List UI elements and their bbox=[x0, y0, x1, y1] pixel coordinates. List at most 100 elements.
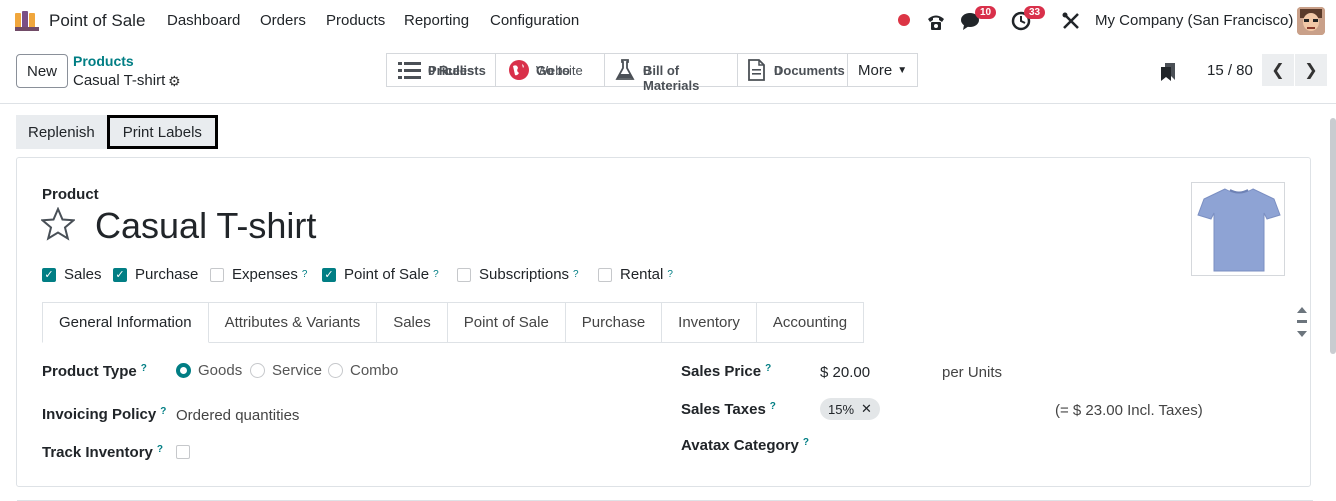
control-panel: New Products Casual T-shirt ⚙ Pricelists… bbox=[0, 42, 1336, 104]
sales-taxes-included: (= $ 23.00 Incl. Taxes) bbox=[1055, 402, 1203, 419]
go-to-label: Go to bbox=[536, 62, 570, 78]
radio-unselected-icon bbox=[328, 363, 343, 378]
document-icon bbox=[748, 59, 765, 81]
tab-general-information[interactable]: General Information bbox=[42, 302, 209, 343]
company-switcher[interactable]: My Company (San Francisco) bbox=[1095, 12, 1293, 29]
documents-smart-button[interactable]: Documents 0 bbox=[737, 53, 848, 87]
checkbox-expenses[interactable]: Expenses ? bbox=[210, 266, 307, 283]
avatax-category-label: Avatax Category? bbox=[681, 437, 809, 454]
sales-price-label: Sales Price? bbox=[681, 363, 771, 380]
phone-icon[interactable] bbox=[925, 10, 947, 32]
star-favorite-icon[interactable] bbox=[41, 207, 75, 241]
page-scrollbar[interactable] bbox=[1330, 118, 1336, 354]
breadcrumb-current: Casual T-shirt bbox=[73, 72, 166, 89]
check-icon: ✓ bbox=[113, 267, 127, 282]
globe-icon bbox=[509, 60, 529, 80]
print-labels-button[interactable]: Print Labels bbox=[106, 115, 218, 149]
activity-badge: 33 bbox=[1024, 6, 1046, 19]
more-label: More bbox=[858, 61, 893, 79]
tab-inventory[interactable]: Inventory bbox=[662, 302, 757, 343]
menu-products[interactable]: Products bbox=[326, 12, 385, 29]
product-image[interactable] bbox=[1191, 182, 1285, 276]
check-icon: ✓ bbox=[42, 267, 56, 282]
tab-point-of-sale[interactable]: Point of Sale bbox=[447, 302, 566, 343]
help-tooltip-icon[interactable]: ? bbox=[141, 363, 147, 374]
pricelists-label: Pricelists bbox=[428, 62, 486, 78]
checkbox-subscriptions[interactable]: Subscriptions ? bbox=[457, 266, 579, 283]
checkbox-sales[interactable]: ✓ Sales bbox=[42, 266, 102, 283]
track-inventory-label-text: Track Inventory bbox=[42, 444, 153, 461]
list-icon bbox=[398, 62, 421, 79]
sales-price-value[interactable]: $ 20.00 bbox=[820, 364, 870, 381]
help-tooltip-icon[interactable]: ? bbox=[765, 363, 771, 374]
pricelists-smart-button[interactable]: Pricelists 0 Rules bbox=[386, 53, 496, 87]
sales-taxes-label-text: Sales Taxes bbox=[681, 401, 766, 418]
goods-label: Goods bbox=[198, 362, 243, 379]
replenish-button[interactable]: Replenish bbox=[16, 115, 107, 149]
user-avatar[interactable] bbox=[1297, 7, 1325, 35]
pager-previous-button[interactable]: ❮ bbox=[1262, 54, 1294, 86]
subscriptions-label: Subscriptions bbox=[479, 266, 570, 283]
breadcrumb-products[interactable]: Products bbox=[73, 53, 134, 69]
action-bar: Replenish Print Labels bbox=[16, 115, 218, 149]
debug-tools-icon[interactable] bbox=[1061, 10, 1081, 32]
pager-value[interactable]: 15 / 80 bbox=[1207, 62, 1253, 79]
checkbox-rental[interactable]: Rental ? bbox=[598, 266, 673, 283]
checkbox-purchase[interactable]: ✓ Purchase bbox=[113, 266, 198, 283]
purchase-label: Purchase bbox=[135, 266, 199, 283]
tab-attributes-variants[interactable]: Attributes & Variants bbox=[208, 302, 378, 343]
app-name[interactable]: Point of Sale bbox=[49, 11, 145, 31]
sales-tax-tag[interactable]: 15% ✕ bbox=[820, 398, 880, 420]
help-tooltip-icon[interactable]: ? bbox=[770, 401, 776, 412]
caret-down-icon: ▼ bbox=[897, 64, 908, 76]
help-tooltip-icon[interactable]: ? bbox=[302, 269, 308, 280]
help-tooltip-icon[interactable]: ? bbox=[160, 406, 166, 417]
expenses-label: Expenses bbox=[232, 266, 298, 283]
tab-purchase[interactable]: Purchase bbox=[565, 302, 663, 343]
product-type-label-text: Product Type bbox=[42, 363, 137, 380]
sales-taxes-label: Sales Taxes? bbox=[681, 401, 776, 418]
chevron-left-icon: ❮ bbox=[1271, 62, 1285, 79]
unchecked-box bbox=[457, 267, 471, 282]
bookmark-icon[interactable] bbox=[1160, 62, 1176, 82]
sales-tax-tag-label: 15% bbox=[828, 401, 855, 417]
product-name-field[interactable]: Casual T-shirt bbox=[95, 205, 316, 247]
point-of-sale-label: Point of Sale bbox=[344, 266, 430, 283]
menu-reporting[interactable]: Reporting bbox=[404, 12, 469, 29]
track-inventory-checkbox[interactable] bbox=[176, 445, 190, 459]
top-navbar: Point of Sale Dashboard Orders Products … bbox=[0, 0, 1336, 42]
more-dropdown-button[interactable]: More ▼ bbox=[847, 53, 918, 87]
pager-next-button[interactable]: ❯ bbox=[1295, 54, 1327, 86]
rental-label: Rental bbox=[620, 266, 664, 283]
menu-orders[interactable]: Orders bbox=[260, 12, 306, 29]
help-tooltip-icon[interactable]: ? bbox=[803, 437, 809, 448]
go-to-website-smart-button[interactable]: Go to Website bbox=[495, 53, 605, 87]
sales-price-unit: per Units bbox=[942, 364, 1003, 381]
notebook-tabs: General Information Attributes & Variant… bbox=[42, 302, 865, 343]
tab-sales[interactable]: Sales bbox=[377, 302, 448, 343]
documents-label: Documents bbox=[774, 62, 845, 78]
menu-configuration[interactable]: Configuration bbox=[490, 12, 579, 29]
help-tooltip-icon[interactable]: ? bbox=[667, 269, 673, 280]
app-logo-icon[interactable] bbox=[14, 10, 40, 32]
chevron-right-icon: ❯ bbox=[1304, 62, 1318, 79]
new-button[interactable]: New bbox=[16, 54, 68, 88]
help-tooltip-icon[interactable]: ? bbox=[157, 444, 163, 455]
checkbox-point-of-sale[interactable]: ✓ Point of Sale ? bbox=[322, 266, 439, 283]
radio-selected-icon bbox=[176, 363, 191, 378]
radio-service[interactable]: Service bbox=[250, 362, 322, 379]
bill-of-materials-smart-button[interactable]: Bill of Materials 0 bbox=[604, 53, 738, 93]
menu-dashboard[interactable]: Dashboard bbox=[167, 12, 240, 29]
radio-goods[interactable]: Goods bbox=[176, 362, 242, 379]
help-tooltip-icon[interactable]: ? bbox=[433, 269, 439, 280]
invoicing-policy-value[interactable]: Ordered quantities bbox=[176, 407, 299, 424]
tab-accounting[interactable]: Accounting bbox=[756, 302, 865, 343]
remove-tag-icon[interactable]: ✕ bbox=[861, 401, 872, 417]
unchecked-box bbox=[598, 267, 612, 282]
messages-badge: 10 bbox=[975, 6, 997, 19]
unchecked-box bbox=[210, 267, 224, 282]
gear-icon[interactable]: ⚙ bbox=[168, 73, 181, 90]
tabs-scroll-arrows-icon[interactable] bbox=[1296, 306, 1308, 340]
help-tooltip-icon[interactable]: ? bbox=[573, 269, 579, 280]
radio-combo[interactable]: Combo bbox=[328, 362, 398, 379]
